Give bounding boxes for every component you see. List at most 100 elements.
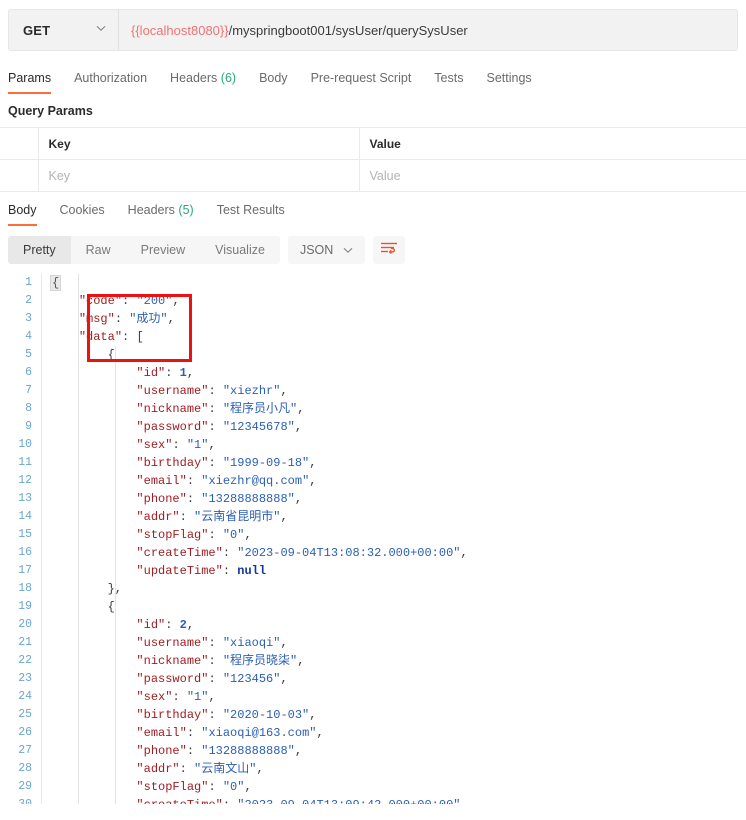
code-line: 30 "createTime": "2023-09-04T13:09:42.00… bbox=[0, 796, 746, 804]
code-line: 2 "code": "200", bbox=[0, 292, 746, 310]
json-key: "username" bbox=[136, 636, 208, 650]
code-line: 23 "password": "123456", bbox=[0, 670, 746, 688]
json-punctuation: , bbox=[295, 420, 302, 434]
json-punctuation: : bbox=[208, 528, 222, 542]
json-punctuation: , bbox=[280, 384, 287, 398]
http-method-selector[interactable]: GET bbox=[9, 10, 119, 50]
tab-pre-request-script[interactable]: Pre-request Script bbox=[311, 71, 427, 94]
code-line-content: "addr": "云南文山", bbox=[42, 760, 746, 778]
json-key: "password" bbox=[136, 420, 208, 434]
json-key: "createTime" bbox=[136, 546, 222, 560]
tab-tests[interactable]: Tests bbox=[434, 71, 478, 94]
param-key-input[interactable]: Key bbox=[38, 160, 359, 192]
tab-body[interactable]: Body bbox=[259, 71, 303, 94]
param-value-input[interactable]: Value bbox=[359, 160, 746, 192]
json-string-value: "程序员小凡" bbox=[223, 402, 297, 416]
request-url-input[interactable]: {{localhost8080}}/myspringboot001/sysUse… bbox=[119, 10, 737, 50]
view-mode-pretty[interactable]: Pretty bbox=[8, 236, 71, 264]
url-bar-container: GET {{localhost8080}}/myspringboot001/sy… bbox=[0, 0, 746, 51]
tab-settings[interactable]: Settings bbox=[486, 71, 546, 94]
code-line: 12 "email": "xiezhr@qq.com", bbox=[0, 472, 746, 490]
json-string-value: "1" bbox=[187, 690, 209, 704]
json-string-value: "xiezhr" bbox=[223, 384, 281, 398]
code-line-content: }, bbox=[42, 580, 746, 598]
word-wrap-toggle-button[interactable] bbox=[373, 236, 405, 264]
line-number: 2 bbox=[0, 292, 42, 310]
view-mode-visualize[interactable]: Visualize bbox=[200, 236, 280, 264]
code-line-content: "password": "123456", bbox=[42, 670, 746, 688]
json-string-value: "xiaoqi" bbox=[223, 636, 281, 650]
tab-headers[interactable]: Headers (6) bbox=[170, 71, 251, 94]
response-body-code-viewer[interactable]: 1{2 "code": "200",3 "msg": "成功",4 "data"… bbox=[0, 274, 746, 804]
line-number: 14 bbox=[0, 508, 42, 526]
json-punctuation: : bbox=[223, 564, 237, 578]
response-tab-body-label: Body bbox=[8, 203, 37, 217]
line-number: 7 bbox=[0, 382, 42, 400]
code-line: 1{ bbox=[0, 274, 746, 292]
json-punctuation: : bbox=[208, 708, 222, 722]
json-punctuation: : bbox=[223, 798, 237, 804]
word-wrap-icon bbox=[380, 241, 398, 260]
json-punctuation: : bbox=[122, 330, 136, 344]
json-punctuation: , bbox=[297, 402, 304, 416]
json-fold-brace: { bbox=[50, 275, 61, 291]
chevron-down-icon bbox=[343, 243, 353, 257]
json-key: "username" bbox=[136, 384, 208, 398]
line-number: 20 bbox=[0, 616, 42, 634]
json-punctuation: : bbox=[208, 654, 222, 668]
code-line: 16 "createTime": "2023-09-04T13:08:32.00… bbox=[0, 544, 746, 562]
code-line-content: "createTime": "2023-09-04T13:08:32.000+0… bbox=[42, 544, 746, 562]
code-line: 14 "addr": "云南省昆明市", bbox=[0, 508, 746, 526]
code-line: 10 "sex": "1", bbox=[0, 436, 746, 454]
chevron-down-icon bbox=[96, 25, 106, 35]
view-mode-preview[interactable]: Preview bbox=[126, 236, 200, 264]
code-line-content: "nickname": "程序员小凡", bbox=[42, 400, 746, 418]
postman-request-response-pane: GET {{localhost8080}}/myspringboot001/sy… bbox=[0, 0, 746, 820]
json-punctuation: : bbox=[122, 294, 136, 308]
code-line-content: "birthday": "1999-09-18", bbox=[42, 454, 746, 472]
response-tab-cookies-label: Cookies bbox=[60, 203, 105, 217]
response-viewer-toolbar: Pretty Raw Preview Visualize JSON bbox=[0, 226, 746, 264]
column-header-value: Value bbox=[359, 128, 746, 160]
code-line-content: "stopFlag": "0", bbox=[42, 526, 746, 544]
view-mode-raw[interactable]: Raw bbox=[71, 236, 126, 264]
json-number-value: 2 bbox=[180, 618, 187, 632]
json-punctuation: : bbox=[208, 384, 222, 398]
json-key: "email" bbox=[136, 726, 186, 740]
response-tab-cookies[interactable]: Cookies bbox=[60, 203, 105, 226]
json-string-value: "云南文山" bbox=[194, 762, 256, 776]
json-punctuation: : bbox=[208, 780, 222, 794]
response-tab-headers-count: (5) bbox=[178, 203, 193, 217]
line-number: 6 bbox=[0, 364, 42, 382]
line-number: 16 bbox=[0, 544, 42, 562]
response-format-selector[interactable]: JSON bbox=[288, 236, 365, 264]
row-checkbox-cell[interactable] bbox=[0, 160, 38, 192]
code-line-content: "id": 1, bbox=[42, 364, 746, 382]
line-number: 22 bbox=[0, 652, 42, 670]
response-tab-headers-label: Headers bbox=[128, 203, 175, 217]
tab-authorization[interactable]: Authorization bbox=[74, 71, 162, 94]
json-string-value: "13288888888" bbox=[201, 744, 295, 758]
response-tab-body[interactable]: Body bbox=[8, 203, 37, 226]
response-tab-test-results[interactable]: Test Results bbox=[217, 203, 285, 226]
json-string-value: "200" bbox=[136, 294, 172, 308]
code-line: 26 "email": "xiaoqi@163.com", bbox=[0, 724, 746, 742]
json-number-value: 1 bbox=[180, 366, 187, 380]
json-string-value: "2023-09-04T13:08:32.000+00:00" bbox=[237, 546, 460, 560]
tab-params[interactable]: Params bbox=[8, 71, 66, 94]
line-number: 28 bbox=[0, 760, 42, 778]
response-tab-headers[interactable]: Headers (5) bbox=[128, 203, 194, 226]
json-punctuation: : bbox=[180, 510, 194, 524]
table-row[interactable]: Key Value bbox=[0, 160, 746, 192]
json-punctuation: , bbox=[244, 528, 251, 542]
url-bar: GET {{localhost8080}}/myspringboot001/sy… bbox=[8, 9, 738, 51]
url-variable-token: {{localhost8080}} bbox=[131, 23, 229, 38]
line-number: 11 bbox=[0, 454, 42, 472]
line-number: 18 bbox=[0, 580, 42, 598]
json-punctuation: : bbox=[172, 690, 186, 704]
code-line-content: "password": "12345678", bbox=[42, 418, 746, 436]
json-key: "nickname" bbox=[136, 654, 208, 668]
code-line-content: "sex": "1", bbox=[42, 688, 746, 706]
line-number: 13 bbox=[0, 490, 42, 508]
code-line-content: { bbox=[42, 346, 746, 364]
